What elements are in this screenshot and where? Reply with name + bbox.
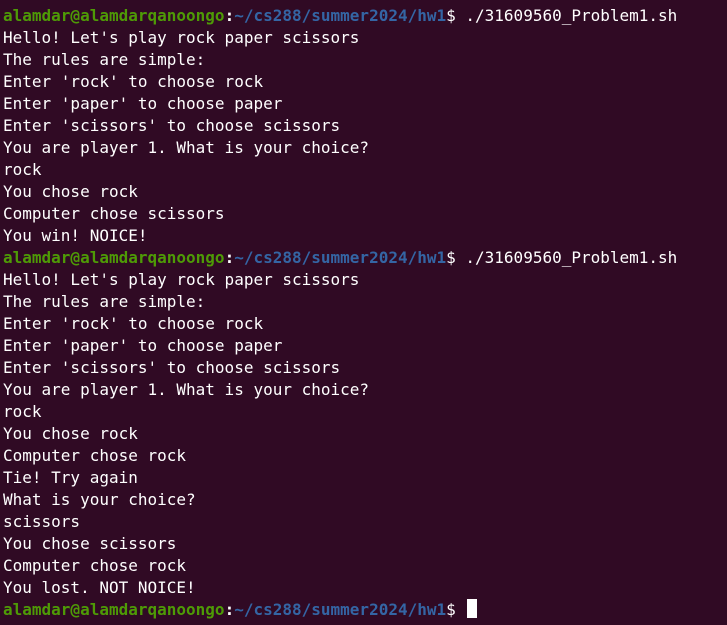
prompt-user: alamdar@alamdarqanoongo <box>3 248 225 267</box>
command-text: ./31609560_Problem1.sh <box>465 6 678 25</box>
output-line: rock <box>3 402 42 421</box>
output-line: scissors <box>3 512 81 531</box>
output-line: Computer chose scissors <box>3 204 225 223</box>
output-line: You are player 1. What is your choice? <box>3 380 370 399</box>
prompt-colon: : <box>224 248 235 267</box>
prompt-symbol: $ <box>446 248 466 267</box>
prompt-colon: : <box>224 6 235 25</box>
output-line: You win! NOICE! <box>3 226 148 245</box>
prompt-user: alamdar@alamdarqanoongo <box>3 600 225 619</box>
prompt-symbol: $ <box>446 600 466 619</box>
prompt-colon: : <box>224 600 235 619</box>
prompt-line: alamdar@alamdarqanoongo:~/cs288/summer20… <box>3 247 727 269</box>
output-line: Hello! Let's play rock paper scissors <box>3 28 360 47</box>
active-prompt-line[interactable]: alamdar@alamdarqanoongo:~/cs288/summer20… <box>3 599 727 621</box>
output-line: The rules are simple: <box>3 292 206 311</box>
prompt-path: ~/cs288/summer2024/hw1 <box>234 600 447 619</box>
output-line: Computer chose rock <box>3 446 187 465</box>
terminal-window[interactable]: alamdar@alamdarqanoongo:~/cs288/summer20… <box>0 0 727 625</box>
prompt-path: ~/cs288/summer2024/hw1 <box>234 248 447 267</box>
output-line: rock <box>3 160 42 179</box>
prompt-symbol: $ <box>446 6 466 25</box>
prompt-user: alamdar@alamdarqanoongo <box>3 6 225 25</box>
output-line: You lost. NOT NOICE! <box>3 578 196 597</box>
output-line: Hello! Let's play rock paper scissors <box>3 270 360 289</box>
output-line: You chose rock <box>3 424 138 443</box>
output-line: You chose rock <box>3 182 138 201</box>
output-line: Enter 'paper' to choose paper <box>3 336 283 355</box>
output-line: Enter 'paper' to choose paper <box>3 94 283 113</box>
output-line: Enter 'scissors' to choose scissors <box>3 116 341 135</box>
prompt-path: ~/cs288/summer2024/hw1 <box>234 6 447 25</box>
output-line: Tie! Try again <box>3 468 138 487</box>
output-line: Enter 'scissors' to choose scissors <box>3 358 341 377</box>
output-line: Enter 'rock' to choose rock <box>3 72 264 91</box>
output-line: You chose scissors <box>3 534 177 553</box>
output-line: Computer chose rock <box>3 556 187 575</box>
output-line: You are player 1. What is your choice? <box>3 138 370 157</box>
output-line: What is your choice? <box>3 490 196 509</box>
output-line: The rules are simple: <box>3 50 206 69</box>
prompt-line: alamdar@alamdarqanoongo:~/cs288/summer20… <box>3 5 727 27</box>
text-cursor[interactable] <box>467 599 478 618</box>
output-line: Enter 'rock' to choose rock <box>3 314 264 333</box>
command-text: ./31609560_Problem1.sh <box>465 248 678 267</box>
